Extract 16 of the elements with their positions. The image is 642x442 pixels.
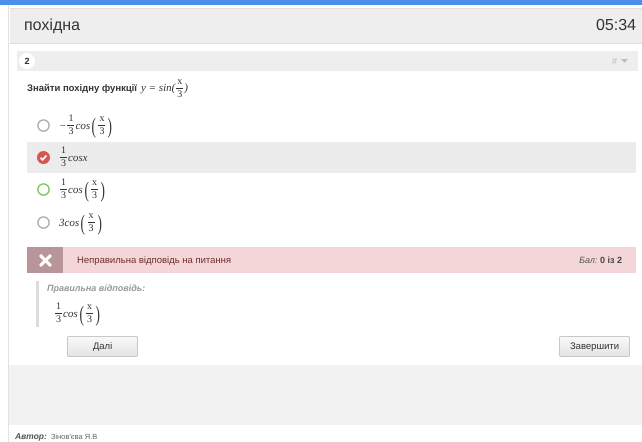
question-number: 2 (19, 53, 35, 69)
radio-button[interactable] (37, 216, 50, 229)
radio-button[interactable] (37, 119, 50, 132)
radio-button[interactable] (37, 183, 50, 196)
next-button[interactable]: Далі (67, 336, 138, 357)
finish-button[interactable]: Завершити (559, 336, 630, 357)
quiz-title: похідна (24, 17, 80, 35)
timer: 05:34 (596, 17, 636, 35)
question-text: Знайти похідну функції (27, 82, 137, 94)
author-label: Автор: (15, 431, 47, 441)
caret-icon (621, 59, 628, 63)
correct-answer-label: Правильна відповідь: (47, 283, 146, 293)
score-text: Бал: 0 із 2 (579, 255, 622, 265)
check-icon (37, 151, 50, 164)
close-icon (38, 254, 52, 266)
feedback-message: Неправильна відповідь на питання (77, 254, 232, 266)
